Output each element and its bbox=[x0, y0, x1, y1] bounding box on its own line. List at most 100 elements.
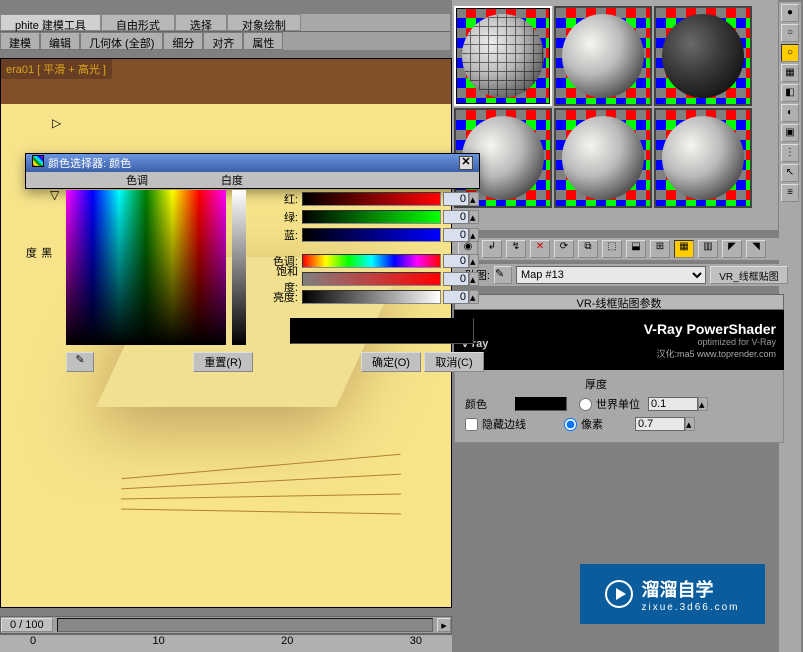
play-icon bbox=[605, 580, 633, 608]
time-scroll-right-icon[interactable]: ▸ bbox=[437, 618, 451, 632]
hue-label: 色调 bbox=[126, 172, 148, 188]
subtab-props[interactable]: 属性 bbox=[243, 32, 283, 50]
sat-spinner[interactable]: ▴ bbox=[469, 272, 479, 286]
watermark-title: 溜溜自学 bbox=[641, 576, 739, 602]
whiteness-bar[interactable] bbox=[232, 190, 246, 345]
scene-curve bbox=[121, 509, 401, 515]
sample-type-icon[interactable]: ● bbox=[781, 4, 799, 22]
put-material-icon[interactable]: ↲ bbox=[482, 240, 502, 258]
ruler-tick: 30 bbox=[410, 635, 422, 652]
eyedropper-button[interactable]: ✎ bbox=[66, 352, 94, 372]
dialog-titlebar[interactable]: 颜色选择器: 颜色 ✕ bbox=[26, 154, 479, 172]
green-value[interactable]: 0 bbox=[443, 210, 469, 224]
ruler-tick: 0 bbox=[30, 635, 36, 652]
hue-saturation-box[interactable] bbox=[66, 190, 226, 345]
blackness-label: 黑 度 bbox=[22, 247, 53, 258]
val-slider[interactable] bbox=[302, 290, 441, 304]
time-slider[interactable]: 0 / 100 ▸ bbox=[0, 616, 452, 634]
map-name-select[interactable]: Map #13 bbox=[516, 266, 706, 284]
hue-value[interactable]: 0 bbox=[443, 254, 469, 268]
backlight-icon[interactable]: ○ bbox=[781, 24, 799, 42]
cube-icon[interactable]: ◧ bbox=[781, 84, 799, 102]
green-spinner[interactable]: ▴ bbox=[469, 210, 479, 224]
vray-translation: 汉化:ma5 www.toprender.com bbox=[644, 347, 776, 360]
copy-icon[interactable]: ⧉ bbox=[578, 240, 598, 258]
rollout-header[interactable]: VR-线框贴图参数 bbox=[454, 294, 784, 310]
put-library-icon[interactable]: ⬓ bbox=[626, 240, 646, 258]
cancel-button[interactable]: 取消(C) bbox=[424, 352, 484, 372]
red-value[interactable]: 0 bbox=[443, 192, 469, 206]
make-unique-icon[interactable]: ⬚ bbox=[602, 240, 622, 258]
background-icon[interactable]: ○ bbox=[781, 44, 799, 62]
video-icon[interactable]: ▣ bbox=[781, 124, 799, 142]
material-slot-2[interactable] bbox=[554, 6, 652, 106]
ribbon-tabs: phite 建模工具 自由形式 选择 对象绘制 bbox=[0, 14, 450, 32]
tab-freeform[interactable]: 自由形式 bbox=[101, 14, 175, 31]
hide-backline-label: 隐藏边线 bbox=[482, 416, 552, 432]
tab-select[interactable]: 选择 bbox=[175, 14, 227, 31]
subtab-align[interactable]: 对齐 bbox=[203, 32, 243, 50]
val-spinner[interactable]: ▴ bbox=[469, 290, 479, 304]
show-result-icon[interactable]: ▥ bbox=[698, 240, 718, 258]
eyedropper-icon[interactable]: ✎ bbox=[494, 266, 512, 284]
thickness-group-label: 厚度 bbox=[585, 376, 773, 392]
viewport-label[interactable]: era01 [ 平滑 + 高光 ] bbox=[0, 59, 112, 79]
go-sibling-icon[interactable]: ◥ bbox=[746, 240, 766, 258]
pixel-unit-spinner[interactable]: ▴ bbox=[685, 417, 695, 431]
ribbon-subtabs: 建模 编辑 几何体 (全部) 细分 对齐 属性 bbox=[0, 32, 450, 50]
red-spinner[interactable]: ▴ bbox=[469, 192, 479, 206]
hue-slider[interactable] bbox=[302, 254, 441, 268]
pixel-unit-input[interactable] bbox=[635, 417, 685, 431]
blue-value[interactable]: 0 bbox=[443, 228, 469, 242]
frame-indicator[interactable]: 0 / 100 bbox=[1, 618, 53, 632]
green-slider[interactable] bbox=[302, 210, 441, 224]
time-track[interactable] bbox=[57, 618, 433, 632]
material-editor bbox=[452, 0, 778, 230]
material-slot-5[interactable] bbox=[554, 108, 652, 208]
sphere-icon[interactable]: ◐ bbox=[781, 104, 799, 122]
assign-icon[interactable]: ↯ bbox=[506, 240, 526, 258]
watermark-logo: 溜溜自学 zixue.3d66.com bbox=[580, 564, 765, 624]
options-icon[interactable]: ⋮ bbox=[781, 144, 799, 162]
sat-slider[interactable] bbox=[302, 272, 441, 286]
go-parent-icon[interactable]: ◤ bbox=[722, 240, 742, 258]
layers-icon[interactable]: ≡ bbox=[781, 184, 799, 202]
subtab-subdiv[interactable]: 细分 bbox=[163, 32, 203, 50]
color-swatch[interactable] bbox=[515, 397, 567, 411]
red-slider[interactable] bbox=[302, 192, 441, 206]
material-slot-3[interactable] bbox=[654, 6, 752, 106]
map-type-button[interactable]: VR_线框贴图 bbox=[710, 266, 788, 284]
world-unit-radio[interactable] bbox=[579, 398, 592, 411]
delete-icon[interactable]: ✕ bbox=[530, 240, 550, 258]
checker-icon[interactable]: ▦ bbox=[781, 64, 799, 82]
subtab-model[interactable]: 建模 bbox=[0, 32, 40, 50]
material-preview bbox=[562, 116, 644, 200]
marker-bottom-icon: ▷ bbox=[52, 116, 61, 130]
reset-icon[interactable]: ⟳ bbox=[554, 240, 574, 258]
reset-button[interactable]: 重置(R) bbox=[193, 352, 253, 372]
val-value[interactable]: 0 bbox=[443, 290, 469, 304]
hue-spinner[interactable]: ▴ bbox=[469, 254, 479, 268]
subtab-geometry[interactable]: 几何体 (全部) bbox=[80, 32, 163, 50]
hide-backline-checkbox[interactable] bbox=[465, 418, 478, 431]
sat-value[interactable]: 0 bbox=[443, 272, 469, 286]
world-unit-input[interactable] bbox=[648, 397, 698, 411]
subtab-edit[interactable]: 编辑 bbox=[40, 32, 80, 50]
close-button[interactable]: ✕ bbox=[459, 156, 473, 170]
current-color-swatch bbox=[290, 318, 474, 344]
world-unit-spinner[interactable]: ▴ bbox=[698, 397, 708, 411]
material-preview bbox=[662, 116, 744, 200]
show-map-icon[interactable]: ▦ bbox=[674, 240, 694, 258]
material-id-icon[interactable]: ⊞ bbox=[650, 240, 670, 258]
tab-object-paint[interactable]: 对象绘制 bbox=[227, 14, 301, 31]
pixel-unit-radio[interactable] bbox=[564, 418, 577, 431]
val-label: 亮度: bbox=[264, 289, 302, 305]
time-ruler: 0 10 20 30 bbox=[0, 634, 452, 652]
blue-slider[interactable] bbox=[302, 228, 441, 242]
select-icon[interactable]: ↖ bbox=[781, 164, 799, 182]
material-slot-6[interactable] bbox=[654, 108, 752, 208]
tab-modeling-tools[interactable]: phite 建模工具 bbox=[0, 14, 101, 31]
material-slot-1[interactable] bbox=[454, 6, 552, 106]
ok-button[interactable]: 确定(O) bbox=[361, 352, 421, 372]
blue-spinner[interactable]: ▴ bbox=[469, 228, 479, 242]
